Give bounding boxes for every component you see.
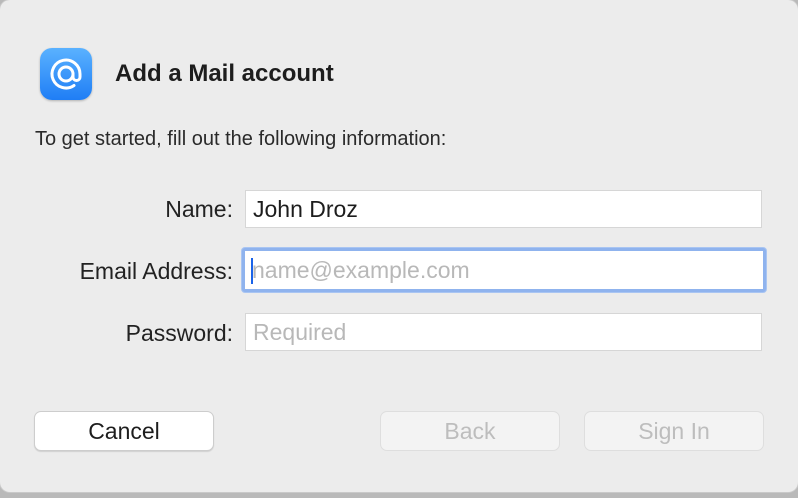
email-label: Email Address: — [79, 258, 233, 284]
password-field[interactable] — [245, 313, 762, 351]
name-field[interactable] — [245, 190, 762, 228]
password-label: Password: — [125, 320, 233, 346]
dialog-title: Add a Mail account — [115, 60, 334, 87]
add-mail-account-dialog: Add a Mail account To get started, fill … — [0, 0, 798, 492]
at-sign-icon — [50, 58, 82, 90]
mail-at-icon — [40, 48, 92, 100]
email-field[interactable] — [242, 248, 766, 292]
instructions-text: To get started, fill out the following i… — [35, 128, 447, 150]
back-button[interactable]: Back — [380, 411, 560, 451]
cancel-button[interactable]: Cancel — [34, 411, 214, 451]
name-label: Name: — [165, 196, 233, 222]
text-caret — [251, 258, 253, 284]
sign-in-button[interactable]: Sign In — [584, 411, 764, 451]
